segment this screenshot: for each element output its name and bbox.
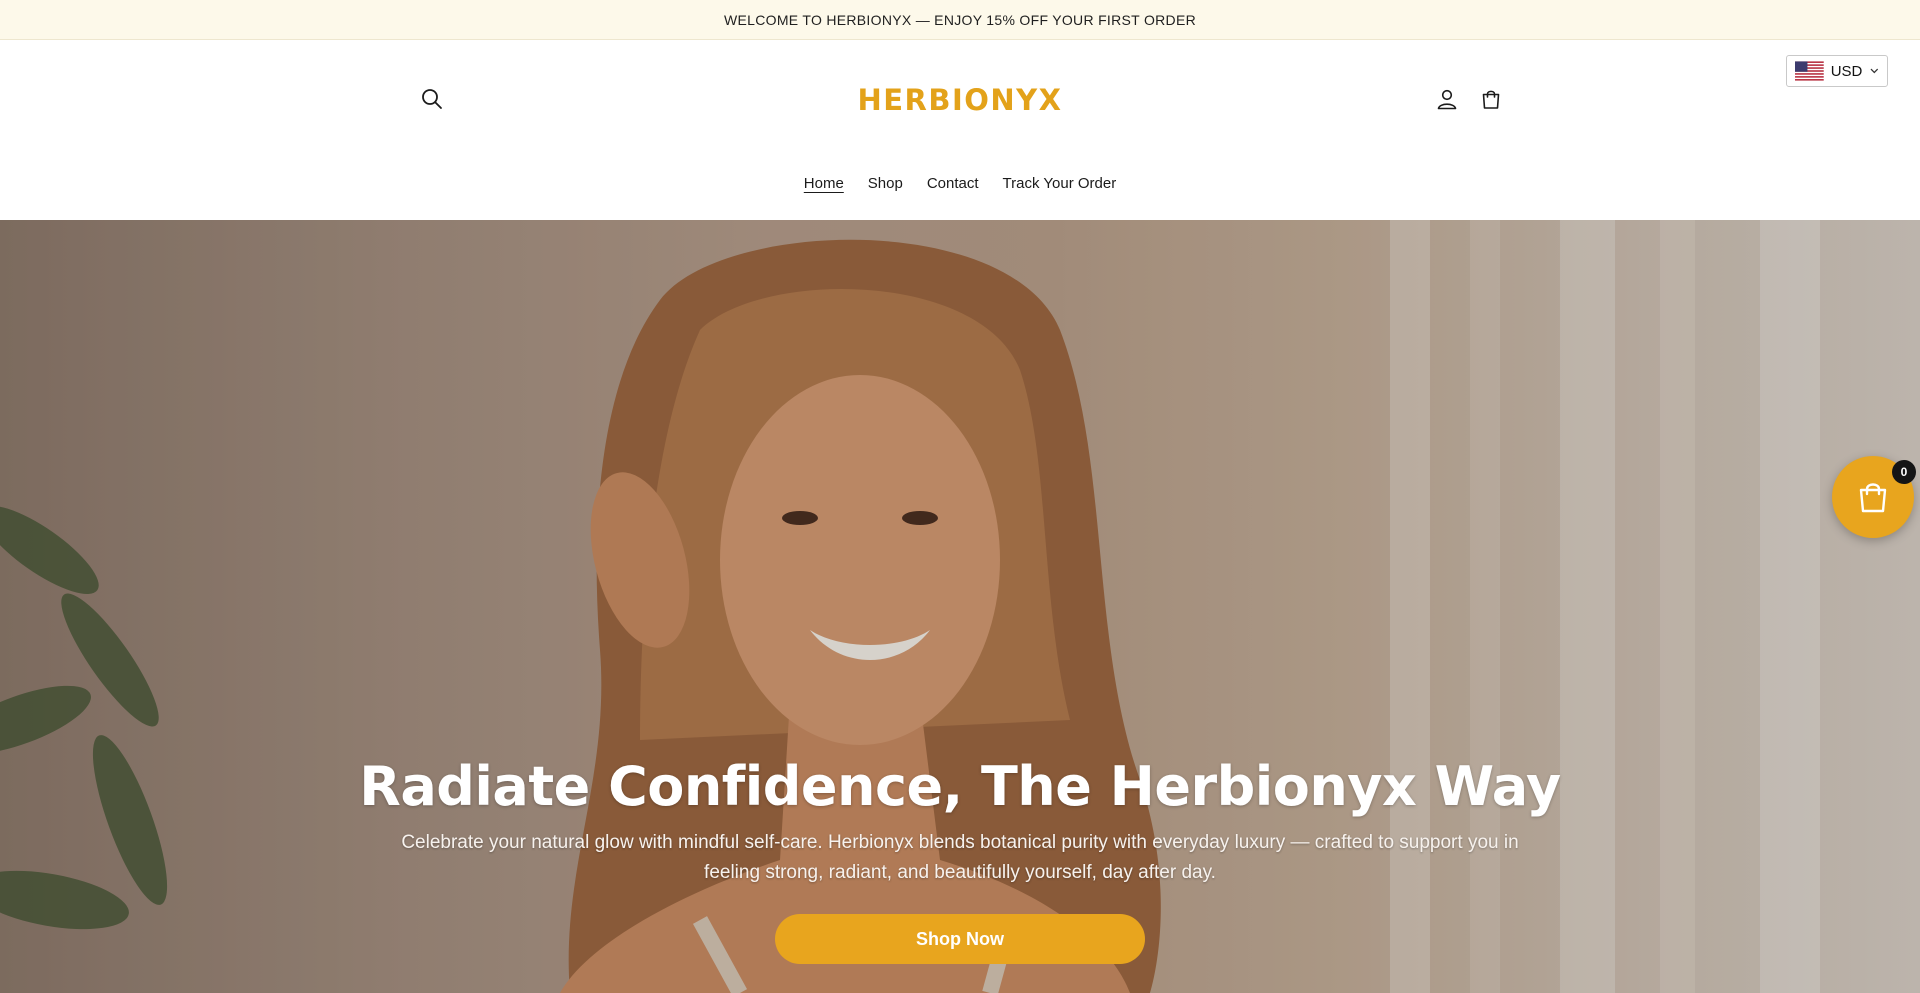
hero-banner: Radiate Confidence, The Herbionyx Way Ce… [0,220,1920,993]
announcement-text: WELCOME TO HERBIONYX — ENJOY 15% OFF YOU… [723,11,1197,28]
nav-home[interactable]: Home [804,175,844,192]
currency-selector[interactable]: USD [1786,55,1888,87]
hero-title: Radiate Confidence, The Herbionyx Way [359,755,1561,818]
us-flag-icon [1795,61,1824,81]
nav-contact[interactable]: Contact [927,175,979,192]
account-button[interactable] [1429,81,1465,117]
search-icon [422,89,442,109]
cart-button[interactable] [1473,81,1509,117]
hero-content: Radiate Confidence, The Herbionyx Way Ce… [0,755,1920,964]
site-logo[interactable]: HERBIONYX [760,78,1160,122]
currency-label: USD [1830,62,1863,80]
announcement-bar: WELCOME TO HERBIONYX — ENJOY 15% OFF YOU… [0,0,1920,40]
cart-count-badge: 0 [1892,460,1916,484]
search-button[interactable] [414,81,450,117]
nav-track-order[interactable]: Track Your Order [1003,175,1117,192]
floating-cart-button[interactable]: 0 [1832,456,1916,538]
site-header: HERBIONYX USD Home Shop Contact Track Yo… [0,40,1920,220]
nav-shop[interactable]: Shop [868,175,903,192]
chevron-down-icon [1870,68,1879,74]
main-nav: Home Shop Contact Track Your Order [0,168,1920,198]
hero-subtitle: Celebrate your natural glow with mindful… [401,832,1519,883]
shop-now-button[interactable]: Shop Now [775,914,1145,964]
bag-icon [1482,90,1500,109]
user-icon [1437,89,1457,110]
shopping-bag-icon [1859,483,1887,513]
